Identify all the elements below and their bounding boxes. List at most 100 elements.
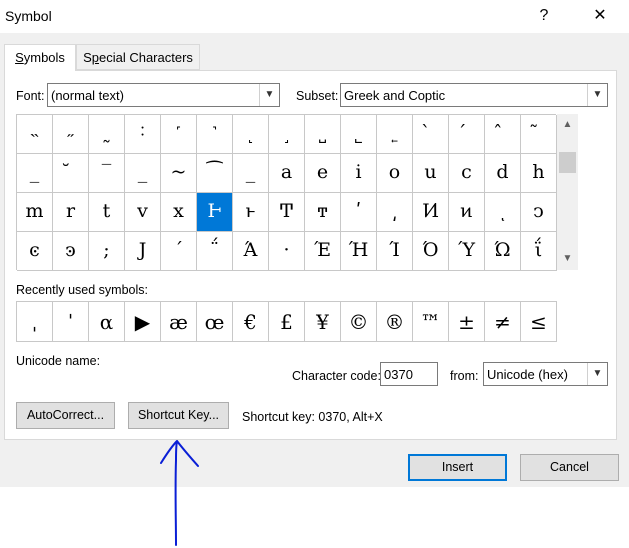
symbol-cell[interactable]: r [53,193,89,232]
symbol-cell[interactable]: v [125,193,161,232]
recent-symbol-cell[interactable]: ˌ [17,302,53,342]
symbol-cell[interactable]: ˹ [161,115,197,154]
recent-symbol-cell[interactable]: ¥ [305,302,341,342]
symbol-cell[interactable]: ˷ [89,115,125,154]
symbol-cell[interactable]: ̆ [53,154,89,193]
symbol-cell[interactable]: m [17,193,53,232]
font-value: (normal text) [51,88,124,103]
scroll-down-icon[interactable]: ▼ [557,250,578,268]
symbol-cell[interactable]: _ [17,154,53,193]
scroll-up-icon[interactable]: ▲ [557,116,578,134]
symbol-cell[interactable]: ΄ [161,232,197,271]
symbol-cell[interactable]: Ϳ [125,232,161,271]
recent-symbol-cell[interactable]: ® [377,302,413,342]
recent-symbol-cell[interactable]: α [89,302,125,342]
symbol-cell[interactable]: ΅ [197,232,233,271]
symbol-cell[interactable]: ͵ [377,193,413,232]
cancel-button[interactable]: Cancel [520,454,619,481]
symbol-cell[interactable]: Ώ [485,232,521,271]
symbol-cell[interactable]: ˸ [125,115,161,154]
symbol-cell[interactable]: ́ [449,115,485,154]
symbol-cell[interactable]: ͳ [305,193,341,232]
recent-symbol-cell[interactable]: œ [197,302,233,342]
symbol-cell[interactable]: ˵ [17,115,53,154]
recent-symbol-cell[interactable]: ™ [413,302,449,342]
symbol-cell[interactable]: x [161,193,197,232]
symbol-cell[interactable]: Ό [413,232,449,271]
title-bar: Symbol ? ✕ [0,0,629,33]
symbol-cell[interactable]: ͼ [17,232,53,271]
symbol-cell[interactable]: ̃ [521,115,557,154]
tab-special-characters[interactable]: Special Characters [76,44,200,70]
subset-dropdown[interactable]: Greek and Coptic ▼ [340,83,608,107]
symbol-cell[interactable]: ˾ [341,115,377,154]
symbol-cell[interactable]: ʹ [341,193,377,232]
symbol-cell[interactable]: i [341,154,377,193]
symbol-cell[interactable]: u [413,154,449,193]
character-code-label: Character code: [292,369,381,383]
symbol-cell[interactable]: ˽ [305,115,341,154]
symbol-cell[interactable]: ͽ [53,232,89,271]
symbol-cell[interactable]: ͺ [485,193,521,232]
from-dropdown[interactable]: Unicode (hex) ▼ [483,362,608,386]
symbol-cell[interactable]: ˶ [53,115,89,154]
symbol-cell[interactable]: e [305,154,341,193]
symbol-cell[interactable]: Ή [341,232,377,271]
font-dropdown[interactable]: (normal text) ▼ [47,83,280,107]
symbol-cell[interactable]: c [449,154,485,193]
symbol-cell[interactable]: o [377,154,413,193]
autocorrect-button[interactable]: AutoCorrect... [16,402,115,429]
symbol-cell[interactable]: _ [233,154,269,193]
symbol-cell[interactable]: ͱ [233,193,269,232]
symbol-cell[interactable]: a [269,154,305,193]
recent-symbol-cell[interactable]: € [233,302,269,342]
recent-symbol-cell[interactable]: æ [161,302,197,342]
symbol-cell[interactable]: Ί [377,232,413,271]
symbol-cell[interactable]: ‾ [89,154,125,193]
symbol-cell[interactable]: Ύ [449,232,485,271]
symbol-cell[interactable]: ˿ [377,115,413,154]
character-code-input[interactable]: 0370 [380,362,438,386]
symbol-cell[interactable]: ; [89,232,125,271]
tab-symbols[interactable]: Symbols [4,44,76,71]
recent-symbol-cell[interactable]: ≤ [521,302,557,342]
tab-symbols-label: Symbols [15,50,65,65]
character-code-value: 0370 [384,367,413,382]
symbol-grid-scrollbar[interactable]: ▲ ▼ [557,114,578,270]
symbol-cell[interactable]: Έ [305,232,341,271]
symbol-cell[interactable]: ~ [161,154,197,193]
symbol-cell[interactable]: · [269,232,305,271]
symbol-cell[interactable]: ΐ [521,232,557,271]
symbol-cell[interactable]: ˻ [233,115,269,154]
chevron-down-icon: ▼ [587,363,607,385]
help-button[interactable]: ? [533,5,555,27]
recent-symbol-cell[interactable]: ˈ [53,302,89,342]
close-button[interactable]: ✕ [589,5,611,27]
symbol-cell[interactable]: ̀ [413,115,449,154]
shortcut-key-button[interactable]: Shortcut Key... [128,402,229,429]
symbol-cell[interactable]: t [89,193,125,232]
recent-symbol-cell[interactable]: © [341,302,377,342]
recent-symbol-cell[interactable]: £ [269,302,305,342]
symbol-cell[interactable]: Ͷ [413,193,449,232]
symbol-cell[interactable]: Ͳ [269,193,305,232]
insert-button[interactable]: Insert [408,454,507,481]
symbol-cell[interactable]: _ [125,154,161,193]
symbol-cell[interactable]: h [521,154,557,193]
recent-symbol-cell[interactable]: ▶ [125,302,161,342]
symbol-cell[interactable]: ͷ [449,193,485,232]
symbol-cell[interactable]: ⁀ [197,154,233,193]
symbol-cell[interactable]: ˼ [269,115,305,154]
symbol-cell[interactable]: ˺ [197,115,233,154]
recent-symbol-cell[interactable]: ≠ [485,302,521,342]
symbol-cell[interactable]: d [485,154,521,193]
recent-symbol-cell[interactable]: ± [449,302,485,342]
symbol-cell[interactable]: ̂ [485,115,521,154]
symbol-grid: ˵˶˷˸˹˺˻˼˽˾˿̀́̂̃_̆‾_~⁀_aeioucdhmrtvxͰͱͲͳʹ… [16,114,557,271]
symbol-cell[interactable]: Ͱ [197,193,233,232]
symbol-cell[interactable]: ͻ [521,193,557,232]
symbol-cell[interactable]: Ά [233,232,269,271]
unicode-name-label: Unicode name: [16,354,101,368]
scroll-thumb[interactable] [559,152,576,173]
tab-special-characters-label: Special Characters [83,50,193,65]
